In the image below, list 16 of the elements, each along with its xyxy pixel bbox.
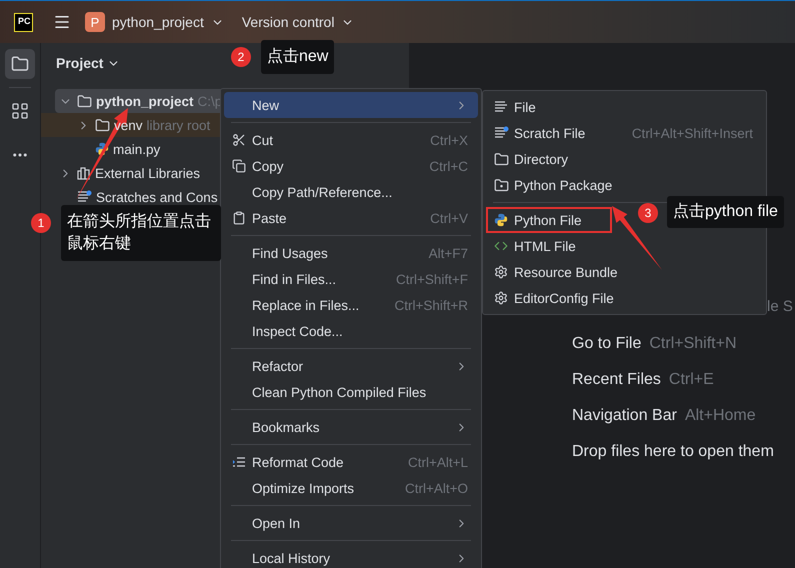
action-label: Go to File (572, 335, 642, 353)
tree-label: Scratches and Cons (96, 190, 218, 204)
action-label: Recent Files (572, 371, 661, 389)
hint-fragment: le S (767, 298, 793, 315)
callout-text: 点击python file (667, 196, 784, 228)
action-label: Navigation Bar (572, 407, 677, 425)
tree-hint: library root (146, 118, 210, 132)
callout-text: 点击new (261, 40, 334, 74)
shortcut-text: Ctrl+E (668, 371, 714, 389)
shortcut-text: Ctrl+Shift+N (649, 335, 736, 353)
shortcut-text: Alt+Home (684, 407, 756, 425)
tree-label: External Libraries (95, 166, 200, 180)
drop-hint: Drop files here to open them (572, 443, 774, 461)
callout-text: 在箭头所指位置点击鼠标右键 (61, 205, 221, 261)
tree-label: main.py (113, 142, 160, 156)
tree-label: python_project (96, 94, 194, 108)
